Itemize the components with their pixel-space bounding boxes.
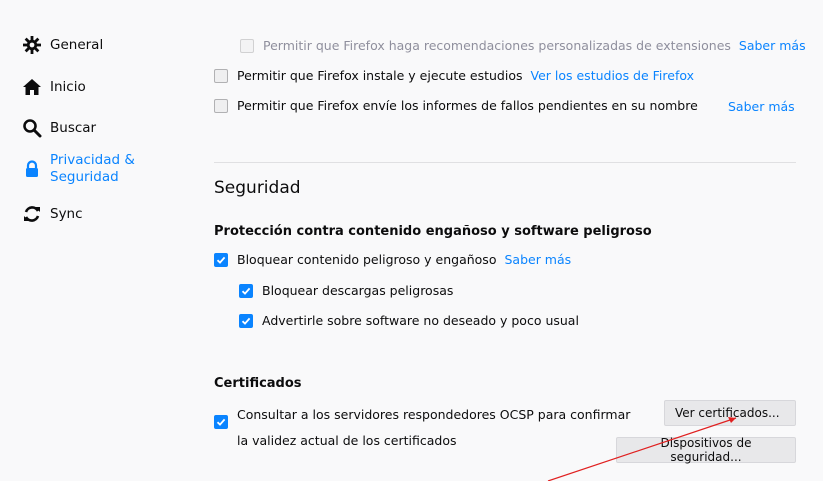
- security-title: Seguridad: [214, 178, 301, 198]
- section-divider: [214, 162, 796, 163]
- ocsp-label: Consultar a los servidores respondedores…: [237, 407, 631, 448]
- block-downloads-label: Bloquear descargas peligrosas: [262, 283, 454, 298]
- search-icon: [22, 118, 42, 138]
- studies-row: Permitir que Firefox instale y ejecute e…: [214, 68, 694, 83]
- protection-title: Protección contra contenido engañoso y s…: [214, 224, 652, 239]
- sidebar-item-sync[interactable]: Sync: [22, 204, 83, 224]
- crash-reports-checkbox[interactable]: [214, 98, 228, 113]
- sidebar-item-privacy[interactable]: Privacidad & Seguridad: [22, 152, 135, 186]
- recommend-extensions-checkbox[interactable]: [240, 38, 254, 53]
- warn-unwanted-checkbox[interactable]: [239, 313, 253, 328]
- warn-unwanted-label: Advertirle sobre software no deseado y p…: [262, 313, 579, 328]
- sidebar-item-label: Buscar: [50, 120, 97, 136]
- lock-icon: [22, 159, 42, 179]
- sidebar-item-label: Inicio: [50, 79, 86, 95]
- checkmark-icon: [241, 287, 251, 295]
- ocsp-checkbox[interactable]: [214, 415, 228, 429]
- checkmark-icon: [216, 256, 226, 264]
- block-dangerous-checkbox[interactable]: [214, 252, 228, 267]
- sidebar-item-label: General: [50, 37, 104, 53]
- sidebar-item-inicio[interactable]: Inicio: [22, 77, 86, 97]
- block-dangerous-label: Bloquear contenido peligroso y engañoso: [237, 252, 497, 267]
- sidebar-item-label: Sync: [50, 206, 83, 222]
- crash-reports-row: Permitir que Firefox envíe los informes …: [214, 98, 698, 113]
- block-downloads-row: Bloquear descargas peligrosas: [239, 283, 453, 298]
- sidebar-item-general[interactable]: General: [22, 35, 103, 55]
- sidebar-item-label: Privacidad & Seguridad: [50, 152, 135, 185]
- checkmark-icon: [241, 317, 251, 325]
- certificates-title: Certificados: [214, 376, 302, 391]
- crash-reports-label: Permitir que Firefox envíe los informes …: [237, 98, 698, 113]
- view-certificates-button[interactable]: Ver certificados...: [664, 400, 796, 426]
- studies-label: Permitir que Firefox instale y ejecute e…: [237, 68, 523, 83]
- home-icon: [22, 77, 42, 97]
- warn-unwanted-row: Advertirle sobre software no deseado y p…: [239, 313, 579, 328]
- block-downloads-checkbox[interactable]: [239, 283, 253, 298]
- recommend-extensions-row: Permitir que Firefox haga recomendacione…: [240, 38, 806, 53]
- gear-icon: [22, 35, 42, 55]
- block-dangerous-link[interactable]: Saber más: [504, 252, 571, 267]
- recommend-extensions-link[interactable]: Saber más: [739, 38, 806, 53]
- studies-checkbox[interactable]: [214, 68, 228, 83]
- security-devices-button[interactable]: Dispositivos de seguridad...: [616, 436, 796, 464]
- studies-link[interactable]: Ver los estudios de Firefox: [531, 68, 695, 83]
- sidebar: General Inicio Buscar Privacidad & Segur…: [0, 0, 190, 481]
- crash-reports-link[interactable]: Saber más: [728, 99, 795, 114]
- sidebar-item-buscar[interactable]: Buscar: [22, 118, 96, 138]
- block-dangerous-row: Bloquear contenido peligroso y engañoso …: [214, 252, 571, 267]
- checkmark-icon: [216, 418, 226, 426]
- recommend-extensions-label: Permitir que Firefox haga recomendacione…: [263, 38, 731, 53]
- sync-icon: [22, 204, 42, 224]
